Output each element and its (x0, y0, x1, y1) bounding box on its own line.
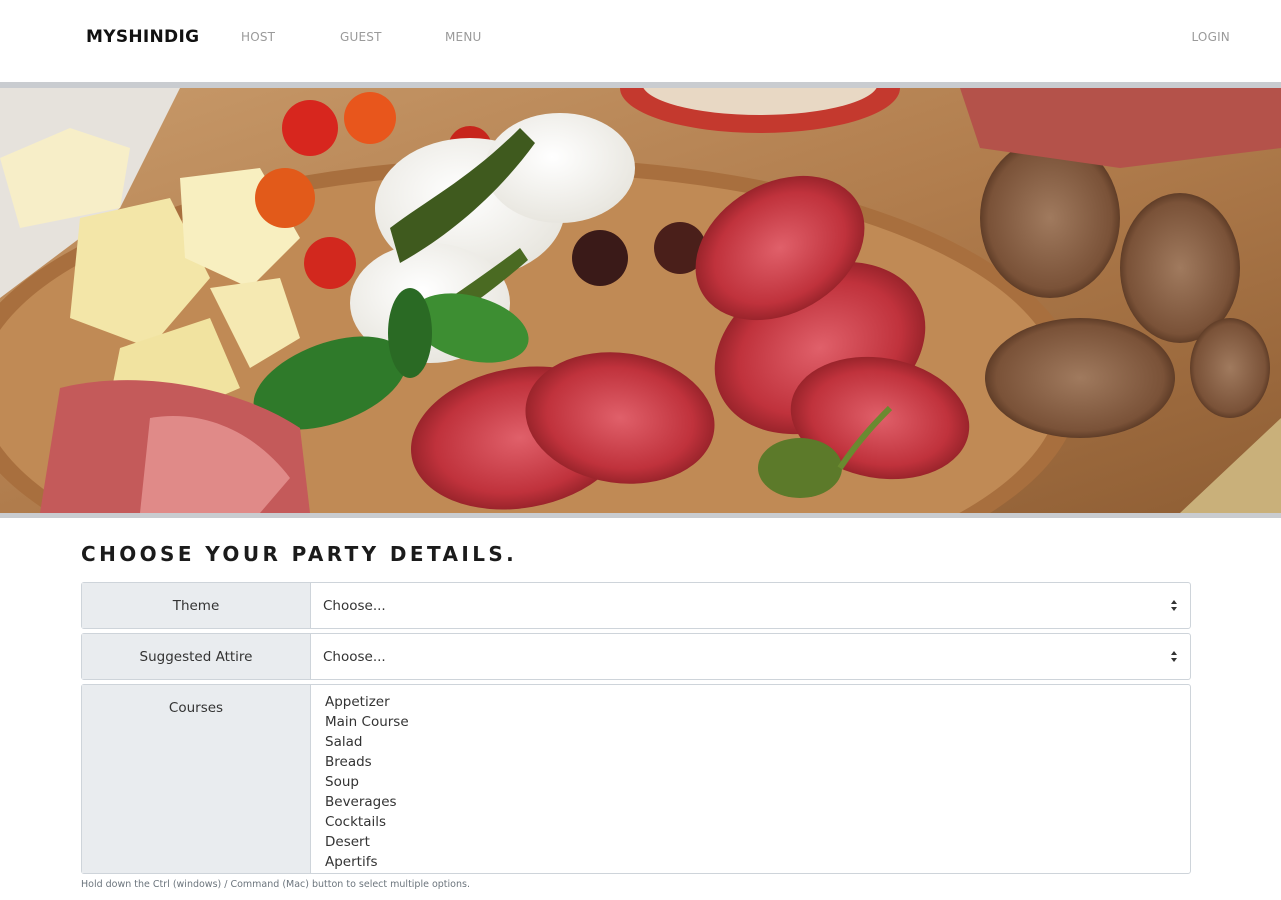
course-option-appetizer[interactable]: Appetizer (325, 692, 1176, 712)
course-option-desert[interactable]: Desert (325, 832, 1176, 852)
course-option-soup[interactable]: Soup (325, 772, 1176, 792)
attire-select-value: Choose... (323, 649, 386, 665)
attire-row: Suggested Attire Choose... (81, 633, 1191, 680)
hero-frame (0, 82, 1281, 518)
attire-label: Suggested Attire (82, 634, 311, 679)
nav-link-login[interactable]: LOGIN (1191, 30, 1230, 44)
course-option-beverages[interactable]: Beverages (325, 792, 1176, 812)
theme-select[interactable]: Choose... (311, 583, 1190, 628)
course-option-breads[interactable]: Breads (325, 752, 1176, 772)
select-arrows-icon (1170, 600, 1178, 612)
nav-link-menu[interactable]: MENU (445, 30, 482, 44)
course-option-main-course[interactable]: Main Course (325, 712, 1176, 732)
theme-select-value: Choose... (323, 598, 386, 614)
nav-link-host[interactable]: HOST (241, 30, 275, 44)
brand-logo[interactable]: MYSHINDIG (86, 27, 199, 47)
course-option-apertifs[interactable]: Apertifs (325, 852, 1176, 872)
course-option-cocktails[interactable]: Cocktails (325, 812, 1176, 832)
select-arrows-icon (1170, 651, 1178, 663)
navbar: MYSHINDIG HOST GUEST MENU LOGIN (0, 0, 1281, 82)
courses-label: Courses (82, 685, 311, 873)
theme-label: Theme (82, 583, 311, 628)
hero-food-image (0, 88, 1281, 513)
courses-row: Courses Appetizer Main Course Salad Brea… (81, 684, 1191, 874)
section-title: CHOOSE YOUR PARTY DETAILS. (81, 542, 518, 566)
courses-multiselect[interactable]: Appetizer Main Course Salad Breads Soup … (311, 685, 1190, 873)
course-option-salad[interactable]: Salad (325, 732, 1176, 752)
multiselect-help-text: Hold down the Ctrl (windows) / Command (… (81, 879, 470, 890)
attire-select[interactable]: Choose... (311, 634, 1190, 679)
theme-row: Theme Choose... (81, 582, 1191, 629)
nav-link-guest[interactable]: GUEST (340, 30, 382, 44)
